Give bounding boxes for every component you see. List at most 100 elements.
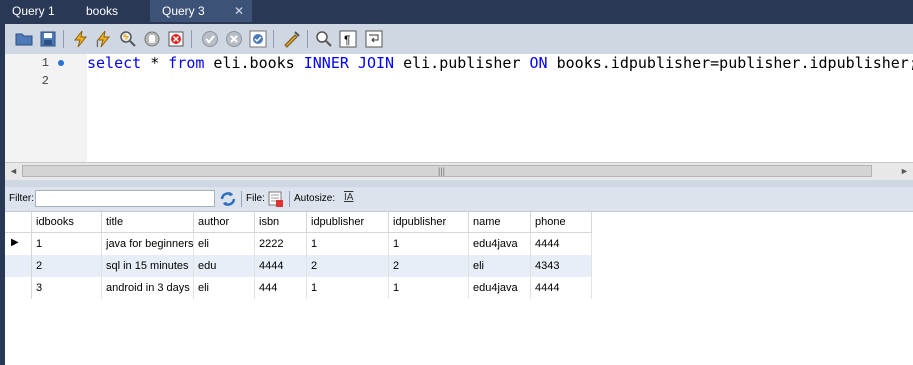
rollback-icon[interactable] — [223, 28, 244, 49]
close-icon[interactable]: ✕ — [234, 0, 244, 22]
autosize-icon[interactable]: IA — [344, 192, 353, 203]
toolbar-separator — [191, 30, 192, 48]
filterbar-separator — [241, 191, 242, 207]
scrollbar-thumb[interactable]: ||| — [22, 165, 872, 177]
stop-on-error-icon[interactable] — [165, 28, 186, 49]
horizontal-scrollbar[interactable]: ◄ ||| ► — [5, 162, 913, 180]
table-cell[interactable]: 1 — [389, 277, 469, 299]
word-wrap-icon[interactable] — [363, 28, 384, 49]
tab-query-1[interactable]: Query 1 — [0, 0, 68, 22]
commit-icon[interactable] — [199, 28, 220, 49]
filter-input[interactable] — [35, 190, 215, 207]
tab-query-3[interactable]: Query 3 ✕ — [150, 0, 252, 22]
tab-label: books — [86, 4, 119, 18]
open-file-icon[interactable] — [13, 28, 34, 49]
table-cell[interactable]: sql in 15 minutes — [102, 255, 194, 277]
results-grid: idbooks title author isbn idpublisher id… — [5, 212, 913, 365]
export-file-icon[interactable] — [267, 190, 285, 208]
column-header[interactable]: isbn — [255, 212, 307, 233]
row-header-corner — [5, 212, 32, 233]
refresh-icon[interactable] — [219, 190, 237, 208]
table-row[interactable]: ▶ 1 java for beginners eli 2222 1 1 edu4… — [5, 233, 592, 255]
column-header[interactable]: idbooks — [32, 212, 102, 233]
column-header[interactable]: name — [469, 212, 531, 233]
table-cell[interactable]: android in 3 days — [102, 277, 194, 299]
stop-icon[interactable] — [141, 28, 162, 49]
column-header[interactable]: phone — [531, 212, 592, 233]
line-number: 2 — [41, 74, 49, 88]
scrollbar-grip-icon: ||| — [438, 166, 446, 176]
table-row[interactable]: 3 android in 3 days eli 444 1 1 edu4java… — [5, 277, 592, 299]
table-cell[interactable]: 1 — [307, 277, 389, 299]
table-cell[interactable]: 3 — [32, 277, 102, 299]
tab-books[interactable]: books — [74, 0, 142, 22]
svg-text:I: I — [96, 39, 99, 48]
beautify-icon[interactable] — [281, 28, 302, 49]
line-number: 1 — [41, 56, 49, 70]
sql-keyword: INNER JOIN — [303, 54, 395, 72]
scroll-left-icon[interactable]: ◄ — [5, 163, 22, 180]
tab-label: Query 1 — [12, 4, 55, 18]
scroll-right-icon[interactable]: ► — [896, 163, 913, 180]
save-icon[interactable] — [37, 28, 58, 49]
column-header[interactable]: idpublisher — [389, 212, 469, 233]
find-icon[interactable] — [313, 28, 334, 49]
row-selector[interactable]: ▶ — [5, 233, 32, 255]
sql-editor-toolbar: I ¶ — [5, 24, 913, 54]
filterbar-separator — [289, 191, 290, 207]
execute-current-icon[interactable]: I — [93, 28, 114, 49]
statement-marker-icon — [58, 60, 64, 66]
table-cell[interactable]: 2222 — [255, 233, 307, 255]
results-filter-bar: Filter: File: Autosize: IA — [5, 187, 913, 212]
toolbar-separator — [273, 30, 274, 48]
current-row-icon: ▶ — [11, 237, 19, 248]
query-tab-bar: Query 1 books Query 3 ✕ — [0, 0, 913, 22]
sql-text: * — [141, 54, 169, 72]
file-label: File: — [246, 193, 265, 204]
table-cell[interactable]: 1 — [389, 233, 469, 255]
toolbar-separator — [307, 30, 308, 48]
table-cell[interactable]: 1 — [307, 233, 389, 255]
table-cell[interactable]: 2 — [389, 255, 469, 277]
table-cell[interactable]: 2 — [32, 255, 102, 277]
sql-keyword: from — [168, 54, 205, 72]
autocommit-icon[interactable] — [247, 28, 268, 49]
table-cell[interactable]: 4343 — [531, 255, 592, 277]
toolbar-separator — [63, 30, 64, 48]
tab-label: Query 3 — [162, 4, 205, 18]
sql-text: eli.books — [204, 54, 304, 72]
autosize-label: Autosize: — [294, 193, 336, 204]
line-number-gutter: 1 2 — [5, 54, 87, 162]
sql-editor[interactable]: 1 2 select * from eli.books INNER JOIN e… — [5, 54, 913, 162]
sql-keyword: ON — [529, 54, 548, 72]
table-cell[interactable]: eli — [194, 233, 255, 255]
svg-text:¶: ¶ — [344, 33, 350, 47]
table-row[interactable]: 2 sql in 15 minutes edu 4444 2 2 eli 434… — [5, 255, 592, 277]
sql-text: books.idpublisher=publisher.idpublisher; — [547, 54, 913, 72]
row-selector[interactable] — [5, 255, 32, 277]
editor-results-splitter[interactable] — [5, 180, 913, 187]
row-selector[interactable] — [5, 277, 32, 299]
explain-icon[interactable] — [117, 28, 138, 49]
table-cell[interactable]: 4444 — [531, 277, 592, 299]
table-cell[interactable]: 4444 — [255, 255, 307, 277]
execute-icon[interactable] — [69, 28, 90, 49]
table-cell[interactable]: java for beginners — [102, 233, 194, 255]
column-header[interactable]: idpublisher — [307, 212, 389, 233]
table-cell[interactable]: edu — [194, 255, 255, 277]
filter-label: Filter: — [9, 193, 34, 204]
table-cell[interactable]: eli — [194, 277, 255, 299]
column-header[interactable]: author — [194, 212, 255, 233]
table-cell[interactable]: edu4java — [469, 233, 531, 255]
table-cell[interactable]: 4444 — [531, 233, 592, 255]
table-cell[interactable]: 1 — [32, 233, 102, 255]
column-header[interactable]: title — [102, 212, 194, 233]
sql-keyword: select — [87, 54, 142, 72]
table-cell[interactable]: 444 — [255, 277, 307, 299]
table-cell[interactable]: 2 — [307, 255, 389, 277]
sql-code-line[interactable]: select * from eli.books INNER JOIN eli.p… — [87, 54, 913, 72]
table-cell[interactable]: eli — [469, 255, 531, 277]
sql-text: eli.publisher — [394, 54, 530, 72]
table-cell[interactable]: edu4java — [469, 277, 531, 299]
invisible-chars-icon[interactable]: ¶ — [337, 28, 358, 49]
